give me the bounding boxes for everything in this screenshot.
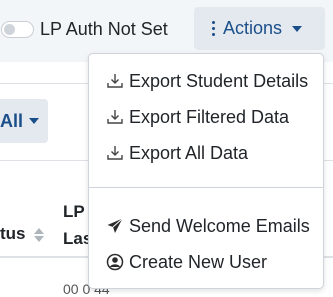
download-icon	[107, 146, 123, 160]
menu-item-label: Export All Data	[129, 142, 249, 163]
menu-item-create-new-user[interactable]: Create New User	[89, 244, 323, 280]
menu-item-export-student-details[interactable]: Export Student Details	[89, 63, 323, 99]
actions-button[interactable]: Actions	[194, 7, 325, 50]
user-circle-icon	[106, 253, 124, 271]
menu-item-send-welcome-emails[interactable]: Send Welcome Emails	[89, 208, 323, 244]
actions-dropdown-menu: Export Student Details Export Filtered D…	[88, 53, 324, 289]
menu-item-export-filtered-data[interactable]: Export Filtered Data	[89, 99, 323, 135]
download-icon	[107, 110, 123, 124]
filter-dropdown-label: All	[0, 110, 24, 131]
download-icon	[107, 74, 123, 88]
actions-button-label: Actions	[223, 18, 283, 38]
lp-auth-toggle[interactable]	[1, 21, 34, 38]
chevron-down-icon	[29, 118, 40, 124]
menu-item-label: Create New User	[129, 251, 268, 272]
paper-plane-icon	[107, 218, 123, 233]
menu-item-label: Export Student Details	[129, 70, 309, 91]
chevron-down-icon	[292, 25, 303, 32]
column-header-status[interactable]: tus	[0, 224, 26, 244]
kebab-icon	[212, 21, 215, 36]
sort-icon[interactable]	[33, 226, 45, 244]
menu-item-export-all-data[interactable]: Export All Data	[89, 135, 323, 171]
filter-dropdown[interactable]: All	[0, 99, 48, 143]
menu-divider	[89, 187, 323, 188]
menu-item-label: Export Filtered Data	[129, 106, 290, 127]
menu-item-label: Send Welcome Emails	[129, 215, 310, 236]
toggle-knob	[4, 24, 15, 35]
lp-auth-toggle-label: LP Auth Not Set	[40, 19, 168, 39]
